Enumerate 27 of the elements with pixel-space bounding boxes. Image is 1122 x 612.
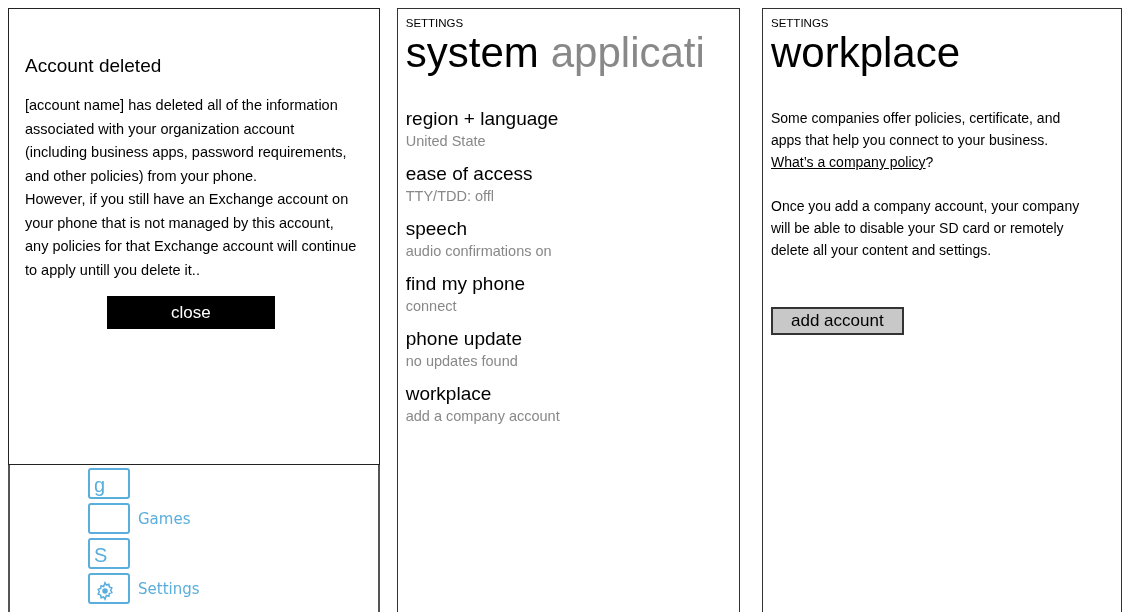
screen-header: SETTINGS — [405, 17, 465, 29]
setting-subtitle: connect — [405, 297, 458, 316]
add-account-button[interactable]: add account — [771, 307, 904, 335]
app-tile[interactable] — [88, 503, 130, 534]
setting-subtitle: add a company account — [405, 407, 561, 426]
dialog-message: [account name] has deleted all of the information associated with your organization account (including business apps, password requirements, and other policies) from your phone. — [25, 96, 348, 186]
setting-subtitle: United State — [405, 132, 487, 151]
setting-title[interactable]: workplace — [405, 382, 739, 406]
setting-subtitle: no updates found — [405, 352, 519, 371]
setting-title[interactable]: region + language — [405, 107, 739, 131]
setting-title[interactable]: find my phone — [405, 272, 739, 296]
setting-title[interactable]: speech — [405, 217, 739, 241]
setting-title[interactable]: phone update — [405, 327, 739, 351]
gear-icon — [94, 580, 116, 602]
setting-title[interactable]: ease of access — [405, 162, 739, 186]
pivot-title[interactable]: applicati — [550, 29, 705, 77]
close-button[interactable]: close — [106, 296, 275, 329]
dialog-message: However, if you still have an Exchange account on your phone that is not managed by this account, any policies for that Exchange account will continue to apply untill you delete it.. — [25, 190, 357, 280]
setting-subtitle: TTY/TDD: offl — [405, 187, 496, 206]
page-title: workplace — [771, 29, 962, 77]
setting-subtitle: audio confirmations on — [405, 242, 553, 261]
screen-header: SETTINGS — [771, 17, 830, 29]
policy-link[interactable]: What’s a company policy — [771, 154, 926, 170]
dialog-title: Account deleted — [25, 55, 163, 77]
pivot-title[interactable]: system — [405, 29, 539, 77]
warning-paragraph: Once you add a company account, your company will be able to disable your SD card or remotely delete all your content and settings. — [771, 197, 1081, 260]
intro-paragraph: Some companies offer policies, certificate, and apps that help you connect to your business. What’s a company policy? — [771, 109, 1062, 172]
